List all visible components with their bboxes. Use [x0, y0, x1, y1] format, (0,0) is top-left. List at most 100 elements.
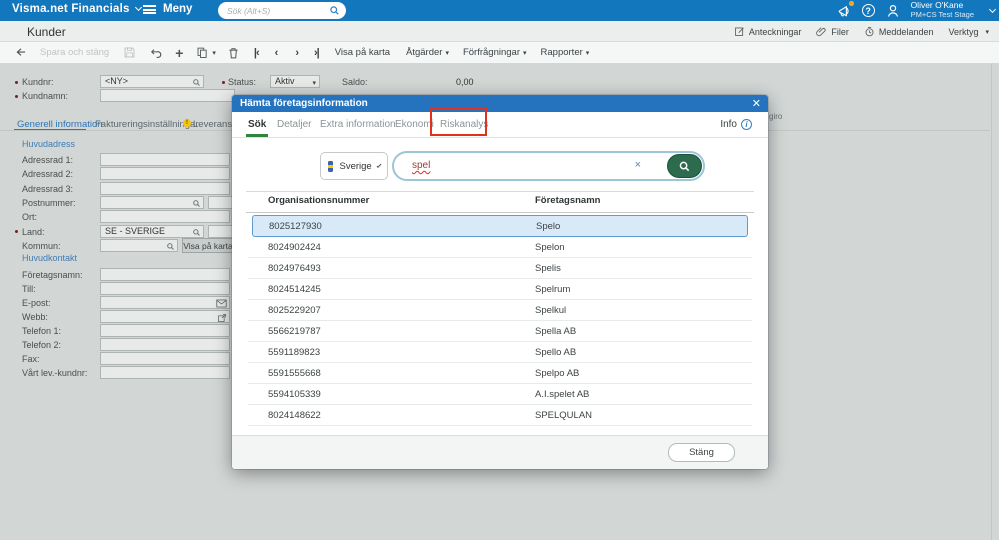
save-close-button[interactable]: Spara och stäng: [40, 47, 109, 58]
inquiries-menu[interactable]: Förfrågningar ▾: [463, 47, 527, 58]
org-number-cell: 8024148622: [268, 410, 321, 421]
required-dot: [222, 81, 225, 84]
form-field[interactable]: [100, 239, 178, 252]
form-field[interactable]: [100, 210, 230, 223]
search-query-text: spel: [412, 160, 431, 171]
form-field[interactable]: SE - SVERIGE: [100, 225, 204, 238]
form-field[interactable]: [100, 268, 230, 281]
help-button[interactable]: ?: [861, 4, 875, 17]
caret-down-icon: ▾: [985, 28, 989, 36]
go-first-button[interactable]: |‹: [254, 47, 260, 59]
saldo-value: 0,00: [456, 77, 474, 87]
kundnr-field[interactable]: <NY>: [100, 75, 204, 88]
caret-down-icon: ▾: [312, 80, 316, 87]
verktyg-menu[interactable]: Verktyg ▾: [948, 27, 989, 37]
company-name-cell: Spelis: [535, 263, 561, 274]
info-icon: i: [741, 119, 752, 130]
go-last-button[interactable]: ›|: [313, 46, 320, 59]
modal-tab-sok[interactable]: Sök: [248, 119, 266, 130]
close-modal-button[interactable]: Stäng: [668, 443, 735, 462]
search-button[interactable]: [667, 154, 702, 178]
back-button[interactable]: [14, 46, 28, 59]
table-row[interactable]: 8024148622 SPELQULAN: [248, 405, 752, 426]
country-select[interactable]: Sverige: [320, 152, 388, 180]
show-on-map-button[interactable]: Visa på karta: [335, 47, 390, 58]
magnifier-icon[interactable]: [192, 78, 201, 87]
table-top-divider: [246, 191, 754, 192]
form-field[interactable]: [100, 324, 230, 337]
field-label: Kommun:: [22, 241, 61, 251]
kundnamn-field[interactable]: [100, 89, 235, 102]
user-icon[interactable]: [885, 3, 901, 19]
clear-icon[interactable]: ×: [635, 159, 641, 171]
table-row[interactable]: 5591189823 Spello AB: [248, 342, 752, 363]
table-row[interactable]: 8025229207 Spelkul: [248, 300, 752, 321]
global-search[interactable]: [218, 2, 346, 19]
table-row[interactable]: 8024902424 Spelon: [248, 237, 752, 258]
table-row[interactable]: 8025127930 Spelo: [252, 215, 748, 237]
main-menu-button[interactable]: Meny: [143, 3, 192, 15]
modal-tab-ekonomi[interactable]: Ekonomi: [395, 119, 434, 130]
form-field[interactable]: [100, 282, 230, 295]
go-previous-icon: ‹: [274, 46, 279, 59]
magnifier-icon[interactable]: [192, 199, 201, 208]
save-button[interactable]: [123, 46, 136, 59]
field-label: Land:: [22, 227, 45, 237]
table-row[interactable]: 8024976493 Spelis: [248, 258, 752, 279]
form-field[interactable]: [100, 352, 230, 365]
go-next-button[interactable]: ›: [295, 47, 299, 59]
go-previous-button[interactable]: ‹: [274, 46, 279, 59]
info-link[interactable]: Info i: [720, 119, 752, 130]
company-name-cell: Spelkul: [535, 305, 567, 316]
table-row[interactable]: 8024514245 Spelrum: [248, 279, 752, 300]
modal-tab-detaljer[interactable]: Detaljer: [277, 119, 311, 130]
field-label: Telefon 1:: [22, 326, 62, 336]
table-row[interactable]: 5594105339 A.I.spelet AB: [248, 384, 752, 405]
back-icon: [16, 48, 26, 56]
undo-button[interactable]: [149, 47, 162, 59]
column-header-orgnummer[interactable]: Organisationsnummer: [268, 195, 369, 206]
column-header-foretagsnamn[interactable]: Företagsnamn: [535, 195, 600, 206]
show-on-map-small-button[interactable]: Visa på karta: [182, 238, 234, 253]
org-number-cell: 8024514245: [268, 284, 321, 295]
field-label: E-post:: [22, 298, 51, 308]
form-field[interactable]: [100, 196, 204, 209]
form-field[interactable]: [100, 310, 230, 323]
modal-tab-extra-information[interactable]: Extra information: [320, 119, 396, 130]
required-dot: [15, 95, 18, 98]
chevron-down-icon: [134, 3, 142, 12]
chevron-down-icon[interactable]: [988, 5, 997, 14]
form-field-extra[interactable]: [208, 196, 233, 209]
actions-menu[interactable]: Åtgärder ▾: [406, 47, 449, 58]
status-select[interactable]: Aktiv ▾: [270, 75, 320, 88]
global-search-input[interactable]: [227, 5, 329, 16]
search-icon[interactable]: [329, 5, 340, 16]
field-label: Adressrad 2:: [22, 169, 74, 179]
copy-paste-button[interactable]: ▾: [196, 46, 216, 60]
app-brand-label: Visma.net Financials: [12, 3, 130, 15]
form-field[interactable]: [100, 296, 230, 309]
form-field[interactable]: [100, 153, 230, 166]
reports-menu[interactable]: Rapporter ▾: [541, 47, 590, 58]
anteckningar-link[interactable]: Anteckningar: [734, 26, 801, 37]
filer-link[interactable]: Filer: [816, 26, 849, 37]
app-brand[interactable]: Visma.net Financials: [12, 3, 142, 15]
form-field-extra[interactable]: [208, 225, 233, 238]
form-field[interactable]: [100, 167, 230, 180]
form-field[interactable]: [100, 182, 230, 195]
table-row[interactable]: 5591555668 Spelpo AB: [248, 363, 752, 384]
delete-button[interactable]: [227, 46, 240, 60]
user-menu[interactable]: Oliver O'Kane PM+CS Test Stage: [911, 1, 974, 19]
table-row[interactable]: 5566219787 Spella AB: [248, 321, 752, 342]
magnifier-icon[interactable]: [166, 242, 175, 251]
go-last-icon: ›|: [313, 46, 320, 59]
announcements-button[interactable]: [837, 1, 854, 18]
company-search-input[interactable]: spel ×: [392, 151, 705, 181]
add-button[interactable]: +: [175, 45, 183, 61]
magnifier-icon[interactable]: [192, 228, 201, 237]
meddelanden-link[interactable]: Meddelanden: [864, 26, 933, 37]
form-field[interactable]: [100, 338, 230, 351]
form-field[interactable]: [100, 366, 230, 379]
close-icon[interactable]: ✕: [752, 97, 761, 110]
section-huvudkontakt: Huvudkontakt: [22, 253, 78, 263]
